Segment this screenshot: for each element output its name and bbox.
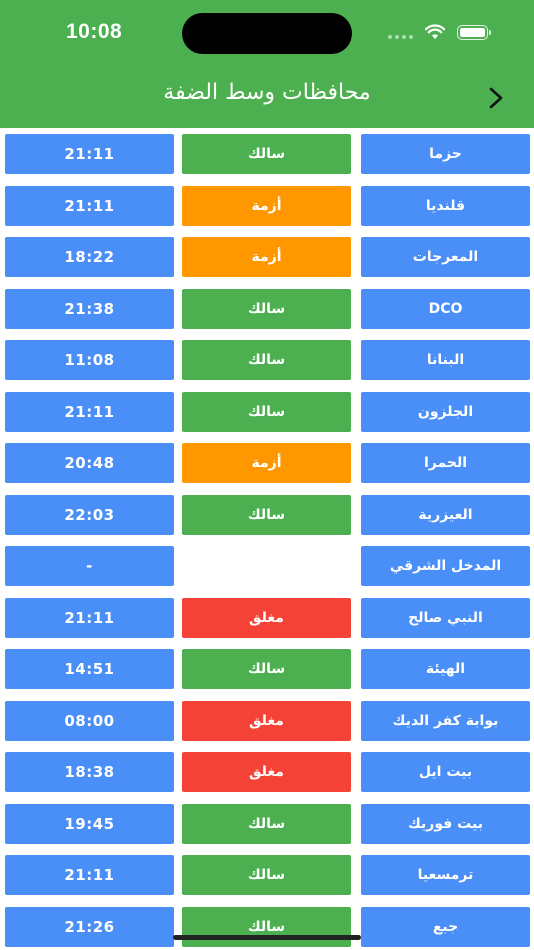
table-row[interactable]: 21:11 أزمة قلنديا xyxy=(0,185,534,226)
checkpoint-name: الهيئة xyxy=(361,649,530,689)
table-row[interactable]: 22:03 سالك العيزرية xyxy=(0,494,534,535)
status-badge: سالك xyxy=(182,855,351,895)
checkpoint-name: المعرجات xyxy=(361,237,530,277)
update-time: 11:08 xyxy=(5,340,174,380)
update-time: 19:45 xyxy=(5,803,174,844)
status-time: 10:08 xyxy=(66,20,123,43)
table-row[interactable]: 20:48 أزمة الحمرا xyxy=(0,443,534,483)
status-icons xyxy=(388,22,491,42)
status-badge: مغلق xyxy=(182,597,351,638)
update-time: 20:48 xyxy=(5,443,174,483)
signal-icon xyxy=(388,25,413,39)
status-badge: سالك xyxy=(182,288,351,329)
status-badge xyxy=(182,546,351,586)
status-badge: سالك xyxy=(182,803,351,844)
update-time: 21:11 xyxy=(5,391,174,432)
dynamic-island xyxy=(182,13,352,54)
update-time: 21:11 xyxy=(5,134,174,174)
checkpoint-name: بيت فوريك xyxy=(361,803,530,844)
home-indicator[interactable] xyxy=(173,935,361,940)
table-row[interactable]: 21:11 سالك ترمسعيا xyxy=(0,855,534,895)
status-badge: سالك xyxy=(182,391,351,432)
update-time: 22:03 xyxy=(5,494,174,535)
table-row[interactable]: 11:08 سالك البنانا xyxy=(0,340,534,380)
chevron-right-icon[interactable] xyxy=(487,86,505,110)
checkpoint-name: النبي صالح xyxy=(361,597,530,638)
checkpoint-name: DCO xyxy=(361,288,530,329)
page-title: محافظات وسط الضفة xyxy=(163,80,371,105)
update-time: 21:11 xyxy=(5,855,174,895)
checkpoint-name: قلنديا xyxy=(361,185,530,226)
status-badge: سالك xyxy=(182,649,351,689)
update-time: 21:11 xyxy=(5,597,174,638)
checkpoint-name: الحمرا xyxy=(361,443,530,483)
checkpoint-name: حزما xyxy=(361,134,530,174)
status-badge: مغلق xyxy=(182,700,351,741)
update-time: 14:51 xyxy=(5,649,174,689)
checkpoint-name: بيت ايل xyxy=(361,752,530,792)
update-time: 08:00 xyxy=(5,700,174,741)
checkpoint-name: العيزرية xyxy=(361,494,530,535)
status-badge: سالك xyxy=(182,134,351,174)
checkpoint-name: المدخل الشرقي xyxy=(361,546,530,586)
wifi-icon xyxy=(425,24,445,39)
checkpoint-name: بوابة كفر الديك xyxy=(361,700,530,741)
table-row[interactable]: 18:22 أزمة المعرجات xyxy=(0,237,534,277)
update-time: 21:11 xyxy=(5,185,174,226)
table-row[interactable]: 14:51 سالك الهيئة xyxy=(0,649,534,689)
status-badge: سالك xyxy=(182,906,351,947)
table-row[interactable]: 21:11 سالك حزما xyxy=(0,134,534,174)
nav-header: 10:08 محافظات وسط الضفة xyxy=(0,0,534,128)
status-badge: سالك xyxy=(182,340,351,380)
update-time: 18:22 xyxy=(5,237,174,277)
checkpoint-name: البنانا xyxy=(361,340,530,380)
table-row[interactable]: 19:45 سالك بيت فوريك xyxy=(0,803,534,844)
table-row[interactable]: 21:26 سالك جبع xyxy=(0,906,534,947)
table-row[interactable]: 21:38 سالك DCO xyxy=(0,288,534,329)
table-row[interactable]: 08:00 مغلق بوابة كفر الديك xyxy=(0,700,534,741)
status-badge: أزمة xyxy=(182,237,351,277)
checkpoint-name: الجلزون xyxy=(361,391,530,432)
table-row[interactable]: 21:11 مغلق النبي صالح xyxy=(0,597,534,638)
status-badge: أزمة xyxy=(182,443,351,483)
checkpoint-name: جبع xyxy=(361,906,530,947)
status-badge: مغلق xyxy=(182,752,351,792)
update-time: - xyxy=(5,546,174,586)
table-row[interactable]: 18:38 مغلق بيت ايل xyxy=(0,752,534,792)
table-row[interactable]: - المدخل الشرقي xyxy=(0,546,534,586)
update-time: 21:26 xyxy=(5,906,174,947)
checkpoint-name: ترمسعيا xyxy=(361,855,530,895)
update-time: 21:38 xyxy=(5,288,174,329)
update-time: 18:38 xyxy=(5,752,174,792)
status-badge: سالك xyxy=(182,494,351,535)
battery-icon xyxy=(457,24,491,40)
table-row[interactable]: 21:11 سالك الجلزون xyxy=(0,391,534,432)
status-badge: أزمة xyxy=(182,185,351,226)
